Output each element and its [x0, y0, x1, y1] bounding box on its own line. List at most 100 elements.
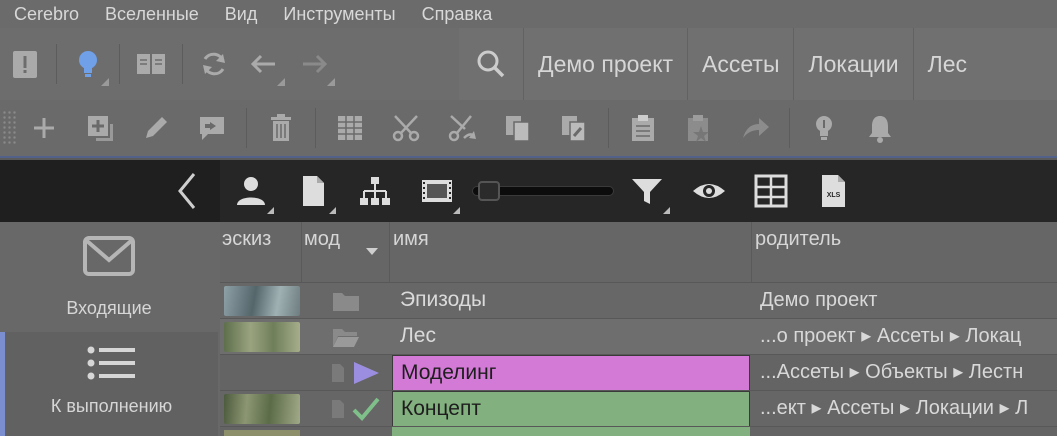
- copy-link-icon: [562, 116, 586, 142]
- filmstrip-button[interactable]: [406, 160, 468, 222]
- user-filter-button[interactable]: [220, 160, 282, 222]
- thumbnail-image: [224, 394, 300, 424]
- add-task-button[interactable]: [16, 99, 72, 157]
- nav-inbox[interactable]: Входящие: [0, 234, 218, 342]
- copy-link-button[interactable]: [546, 99, 602, 157]
- copy-button[interactable]: [490, 99, 546, 157]
- reader-button[interactable]: [126, 28, 176, 100]
- menu-tools[interactable]: Инструменты: [270, 0, 408, 28]
- list-icon: [87, 346, 135, 380]
- table-row[interactable]: Моделинг ...Ассеты ▸ Объекты ▸ Лестн: [220, 354, 1057, 391]
- document-small-icon: [332, 400, 344, 418]
- xls-file-icon: XLS: [822, 175, 845, 207]
- edit-button[interactable]: [128, 99, 184, 157]
- header-name[interactable]: имя: [390, 222, 752, 282]
- header-sketch[interactable]: эскиз: [220, 222, 302, 282]
- row-name: Лес: [400, 324, 436, 347]
- refresh-button[interactable]: [189, 28, 239, 100]
- row-parent: Демо проект: [760, 289, 878, 311]
- row-parent: ...о проект ▸ Ассеты ▸ Локац: [760, 325, 1022, 347]
- table-row[interactable]: [220, 426, 1057, 436]
- separator: [789, 108, 790, 148]
- toolbar-grip[interactable]: [2, 110, 16, 146]
- lightbulb-outline-icon: [816, 116, 832, 140]
- export-xls-button[interactable]: XLS: [802, 160, 864, 222]
- thumbnail-image: [224, 286, 300, 316]
- view-toolbar: XLS: [0, 160, 1057, 222]
- separator: [119, 44, 120, 84]
- forward-task-button[interactable]: [727, 99, 783, 157]
- view-toolbar-left: [0, 160, 220, 222]
- menu-universes[interactable]: Вселенные: [92, 0, 212, 28]
- table-row[interactable]: Концепт ...ект ▸ Ассеты ▸ Локации ▸ Л: [220, 390, 1057, 427]
- header-mod-label: мод: [304, 228, 341, 250]
- search-icon: [477, 50, 505, 78]
- delete-button[interactable]: [253, 99, 309, 157]
- thumbnail-size-slider[interactable]: [468, 160, 616, 222]
- visibility-button[interactable]: [678, 160, 740, 222]
- envelope-icon: [83, 236, 135, 276]
- paste-button[interactable]: [615, 99, 671, 157]
- thumbnail-image: [224, 322, 300, 352]
- cut-button[interactable]: [378, 99, 434, 157]
- folder-icon: [333, 293, 359, 311]
- nav-todo[interactable]: К выполнению: [0, 332, 218, 436]
- copy-icon: [506, 116, 530, 142]
- navigation-panel: Входящие К выполнению: [0, 222, 220, 436]
- add-subtask-button[interactable]: [72, 99, 128, 157]
- bell-icon: [869, 116, 891, 143]
- main-toolbar: Демо проект Ассеты Локации Лес: [0, 28, 1057, 100]
- hint-button[interactable]: [796, 99, 852, 157]
- user-icon: [237, 177, 265, 205]
- sort-desc-icon: [366, 248, 378, 255]
- row-name: Моделинг: [392, 355, 750, 391]
- mod-cell: [302, 283, 390, 319]
- document-button[interactable]: [282, 160, 344, 222]
- book-alert-button[interactable]: [0, 28, 50, 100]
- hierarchy-button[interactable]: [344, 160, 406, 222]
- archive-button[interactable]: [322, 99, 378, 157]
- message-button[interactable]: [184, 99, 240, 157]
- forward-button[interactable]: [289, 28, 339, 100]
- header-mod[interactable]: мод: [302, 222, 390, 282]
- header-parent[interactable]: родитель: [752, 222, 1057, 282]
- mod-cell: [302, 319, 390, 355]
- slider-thumb[interactable]: [478, 181, 500, 201]
- refresh-icon: [203, 52, 225, 76]
- table-row[interactable]: Эпизоды Демо проект: [220, 282, 1057, 318]
- breadcrumb: Демо проект Ассеты Локации Лес: [459, 28, 1057, 100]
- table-row[interactable]: Лес ...о проект ▸ Ассеты ▸ Локац: [220, 318, 1057, 354]
- filter-button[interactable]: [616, 160, 678, 222]
- play-status-icon: [354, 362, 379, 384]
- book-alert-icon: [13, 51, 37, 78]
- breadcrumb-locations[interactable]: Локации: [793, 28, 912, 100]
- breadcrumb-assets[interactable]: Ассеты: [687, 28, 793, 100]
- menu-cerebro[interactable]: Cerebro: [0, 0, 92, 28]
- dropdown-corner: [101, 78, 109, 86]
- menu-view[interactable]: Вид: [212, 0, 271, 28]
- paste-special-button[interactable]: [671, 99, 727, 157]
- chevron-left-icon[interactable]: [172, 168, 200, 214]
- row-name-partial: [392, 427, 750, 436]
- back-button[interactable]: [239, 28, 289, 100]
- scissors-icon: [392, 115, 420, 142]
- document-small-icon: [332, 364, 344, 382]
- table-view-button[interactable]: [740, 160, 802, 222]
- filmstrip-icon: [422, 180, 452, 202]
- idea-button[interactable]: [63, 28, 113, 100]
- notifications-button[interactable]: [852, 99, 908, 157]
- archive-icon: [338, 116, 362, 140]
- nav-inbox-label: Входящие: [66, 298, 152, 318]
- nav-todo-label: К выполнению: [50, 396, 173, 416]
- search-button[interactable]: [459, 28, 523, 100]
- filter-icon: [632, 179, 662, 204]
- cut-link-button[interactable]: [434, 99, 490, 157]
- menu-help[interactable]: Справка: [409, 0, 506, 28]
- add-subtask-icon: [88, 116, 113, 141]
- plus-icon: [34, 118, 54, 138]
- breadcrumb-demo-project[interactable]: Демо проект: [523, 28, 687, 100]
- breadcrumb-forest[interactable]: Лес: [912, 28, 981, 100]
- view-tools: XLS: [220, 160, 1057, 222]
- task-toolbar: [0, 100, 1057, 158]
- clipboard-star-icon: [688, 115, 709, 142]
